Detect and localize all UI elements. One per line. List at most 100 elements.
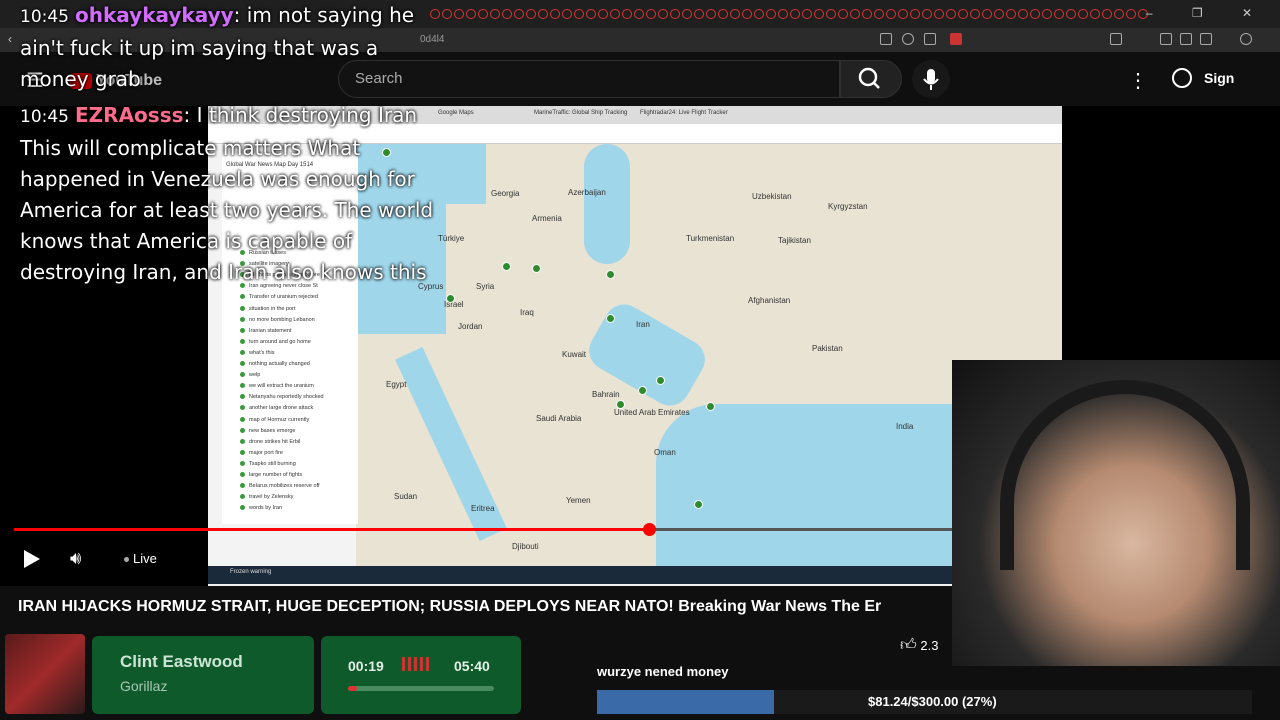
browser-tab[interactable] (982, 9, 992, 19)
browser-tab[interactable] (994, 9, 1004, 19)
map-marker[interactable] (694, 500, 703, 509)
settings-icon[interactable] (1240, 33, 1252, 45)
map-marker[interactable] (706, 402, 715, 411)
legend-item[interactable]: another large drone attack (240, 405, 313, 411)
browser-tab[interactable] (778, 9, 788, 19)
more-options-icon[interactable]: ⋮ (1128, 68, 1148, 93)
map-marker[interactable] (656, 376, 665, 385)
map-marker[interactable] (446, 294, 455, 303)
sign-in-button[interactable]: Sign in (1168, 60, 1248, 122)
legend-item[interactable]: turn around and go home (240, 339, 311, 345)
browser-tab[interactable] (454, 9, 464, 19)
legend-item[interactable]: drone strikes hit Erbil (240, 439, 300, 445)
browser-tab[interactable] (598, 9, 608, 19)
legend-item[interactable]: travel by Zelensky (240, 494, 293, 500)
browser-tab[interactable] (1018, 9, 1028, 19)
volume-icon[interactable]: 🔊︎ (70, 548, 81, 569)
browser-tab[interactable] (1042, 9, 1052, 19)
browser-tab[interactable] (706, 9, 716, 19)
like-button[interactable]: 👍︎ 2.3 (900, 636, 938, 655)
legend-item[interactable]: no more bombing Lebanon (240, 317, 315, 323)
browser-tab[interactable] (826, 9, 836, 19)
map-marker[interactable] (502, 262, 511, 271)
bookmarks-icon[interactable] (1200, 33, 1212, 45)
zoom-icon[interactable] (902, 33, 914, 45)
extension-icon[interactable] (950, 33, 962, 45)
browser-tab[interactable] (970, 9, 980, 19)
map-marker[interactable] (638, 386, 647, 395)
live-indicator[interactable]: Live (124, 551, 157, 566)
browser-tab[interactable] (934, 9, 944, 19)
browser-tab[interactable] (586, 9, 596, 19)
browser-tab[interactable] (910, 9, 920, 19)
browser-tab[interactable] (898, 9, 908, 19)
browser-tab[interactable] (502, 9, 512, 19)
legend-item[interactable]: new bases emerge (240, 428, 295, 434)
browser-tab[interactable] (1066, 9, 1076, 19)
browser-tab[interactable] (1126, 9, 1136, 19)
browser-tab[interactable] (574, 9, 584, 19)
browser-tab[interactable] (790, 9, 800, 19)
browser-tab[interactable] (850, 9, 860, 19)
browser-tab[interactable] (874, 9, 884, 19)
legend-item[interactable]: we will extract the uranium (240, 383, 314, 389)
sidebar-icon[interactable] (1180, 33, 1192, 45)
browser-tab[interactable] (682, 9, 692, 19)
legend-item[interactable]: Netanyahu reportedly shocked (240, 394, 324, 400)
browser-tab[interactable] (766, 9, 776, 19)
browser-tab[interactable] (658, 9, 668, 19)
search-button[interactable] (840, 60, 902, 98)
browser-tab[interactable] (742, 9, 752, 19)
browser-tab[interactable] (946, 9, 956, 19)
back-icon[interactable]: ‹ (8, 32, 12, 46)
legend-item[interactable]: words by Iran (240, 505, 282, 511)
browser-tab[interactable] (1114, 9, 1124, 19)
browser-tab[interactable] (730, 9, 740, 19)
window-controls[interactable]: – ❐ ✕ (1146, 6, 1270, 20)
browser-tab[interactable] (646, 9, 656, 19)
map-marker[interactable] (606, 270, 615, 279)
legend-item[interactable]: situation in the port (240, 306, 295, 312)
browser-tab[interactable] (814, 9, 824, 19)
play-icon[interactable] (24, 550, 40, 568)
browser-tab[interactable] (1006, 9, 1016, 19)
browser-tab[interactable] (514, 9, 524, 19)
browser-tab[interactable] (550, 9, 560, 19)
extensions-icon[interactable] (1110, 33, 1122, 45)
browser-tab[interactable] (562, 9, 572, 19)
browser-tab[interactable] (466, 9, 476, 19)
legend-item[interactable]: map of Hormuz currently (240, 417, 309, 423)
legend-item[interactable]: nothing actually changed (240, 361, 310, 367)
browser-tab[interactable] (1102, 9, 1112, 19)
legend-item[interactable]: Transfer of uranium rejected (240, 294, 318, 300)
browser-tab[interactable] (862, 9, 872, 19)
browser-tab[interactable] (1090, 9, 1100, 19)
legend-item[interactable]: Tsapko still burning (240, 461, 296, 467)
browser-tab[interactable] (478, 9, 488, 19)
legend-item[interactable]: what's this (240, 350, 275, 356)
screenshot-icon[interactable] (880, 33, 892, 45)
browser-tab[interactable] (718, 9, 728, 19)
legend-item[interactable]: large number of fights (240, 472, 302, 478)
browser-tab[interactable] (538, 9, 548, 19)
browser-tab[interactable] (490, 9, 500, 19)
browser-tab[interactable] (1054, 9, 1064, 19)
browser-tab[interactable] (838, 9, 848, 19)
browser-tab[interactable] (886, 9, 896, 19)
browser-tab[interactable] (694, 9, 704, 19)
share-icon[interactable] (924, 33, 936, 45)
legend-item[interactable]: Iranian statement (240, 328, 292, 334)
browser-tab[interactable] (526, 9, 536, 19)
browser-tab[interactable] (634, 9, 644, 19)
media-icon[interactable] (1160, 33, 1172, 45)
browser-tab[interactable] (622, 9, 632, 19)
browser-tab[interactable] (670, 9, 680, 19)
map-marker[interactable] (606, 314, 615, 323)
voice-search-button[interactable] (912, 60, 950, 98)
browser-tab[interactable] (802, 9, 812, 19)
browser-tab[interactable] (610, 9, 620, 19)
browser-tab[interactable] (922, 9, 932, 19)
browser-tab[interactable] (442, 9, 452, 19)
map-marker[interactable] (616, 400, 625, 409)
browser-tab[interactable] (1030, 9, 1040, 19)
